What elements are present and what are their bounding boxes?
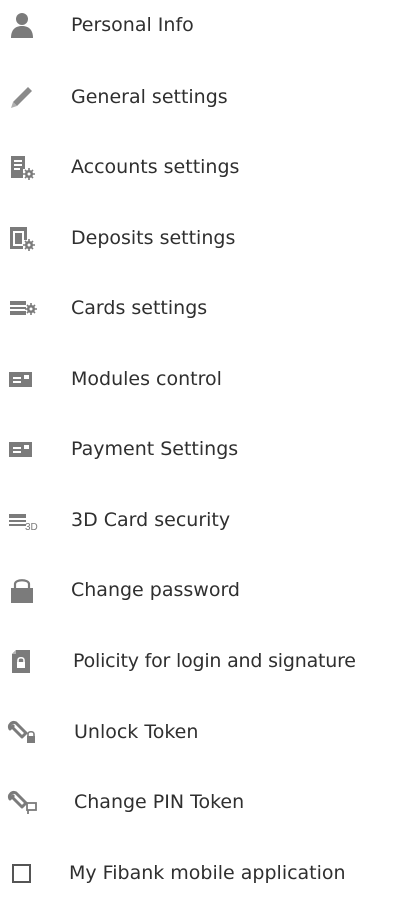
menu-item-label: Accounts settings [71,156,240,178]
menu-item-label: Policity for login and signature [73,650,356,672]
menu-item-label: Cards settings [71,297,208,319]
deposits-settings-icon [6,223,38,253]
menu-item-modules-control[interactable]: Modules control [0,354,415,404]
menu-item-label: 3D Card security [71,509,231,531]
module-card-icon [6,364,38,394]
menu-item-payment-settings[interactable]: Payment Settings [0,424,415,474]
menu-item-label: Change PIN Token [74,791,245,813]
3d-card-icon: 3D [6,505,38,535]
menu-item-label: General settings [71,86,228,108]
settings-menu: Personal Info General settings Accounts [0,0,415,886]
menu-item-label: Deposits settings [71,227,236,249]
padlock-icon [6,575,38,605]
pencil-icon [6,82,38,112]
policy-document-icon [6,646,38,676]
menu-item-personal-info[interactable]: Personal Info [0,0,415,50]
3d-card-icon-text: 3D [25,522,38,533]
menu-item-change-pin-token[interactable]: Change PIN Token [0,777,415,827]
menu-item-change-password[interactable]: Change password [0,565,415,615]
cards-settings-icon [6,293,38,323]
menu-item-my-fibank-mobile-application[interactable]: My Fibank mobile application [0,848,415,898]
menu-item-3d-card-security[interactable]: 3D 3D Card security [0,495,415,545]
menu-item-label: Personal Info [71,14,194,36]
menu-item-label: Payment Settings [71,438,239,460]
menu-item-cards-settings[interactable]: Cards settings [0,283,415,333]
menu-item-label: My Fibank mobile application [69,862,346,884]
menu-item-label: Change password [71,579,240,601]
menu-item-label: Modules control [71,368,222,390]
menu-item-general-settings[interactable]: General settings [0,72,415,122]
mobile-app-checkbox-icon [6,858,38,888]
token-pin-icon [6,787,38,817]
menu-item-deposits-settings[interactable]: Deposits settings [0,213,415,263]
menu-item-unlock-token[interactable]: Unlock Token [0,707,415,757]
menu-item-policy-login-signature[interactable]: Policity for login and signature [0,636,415,686]
token-unlock-icon [6,717,38,747]
menu-item-label: Unlock Token [74,721,199,743]
menu-item-accounts-settings[interactable]: Accounts settings [0,142,415,192]
user-icon [6,10,38,40]
payment-card-icon [6,434,38,464]
accounts-settings-icon [6,152,38,182]
